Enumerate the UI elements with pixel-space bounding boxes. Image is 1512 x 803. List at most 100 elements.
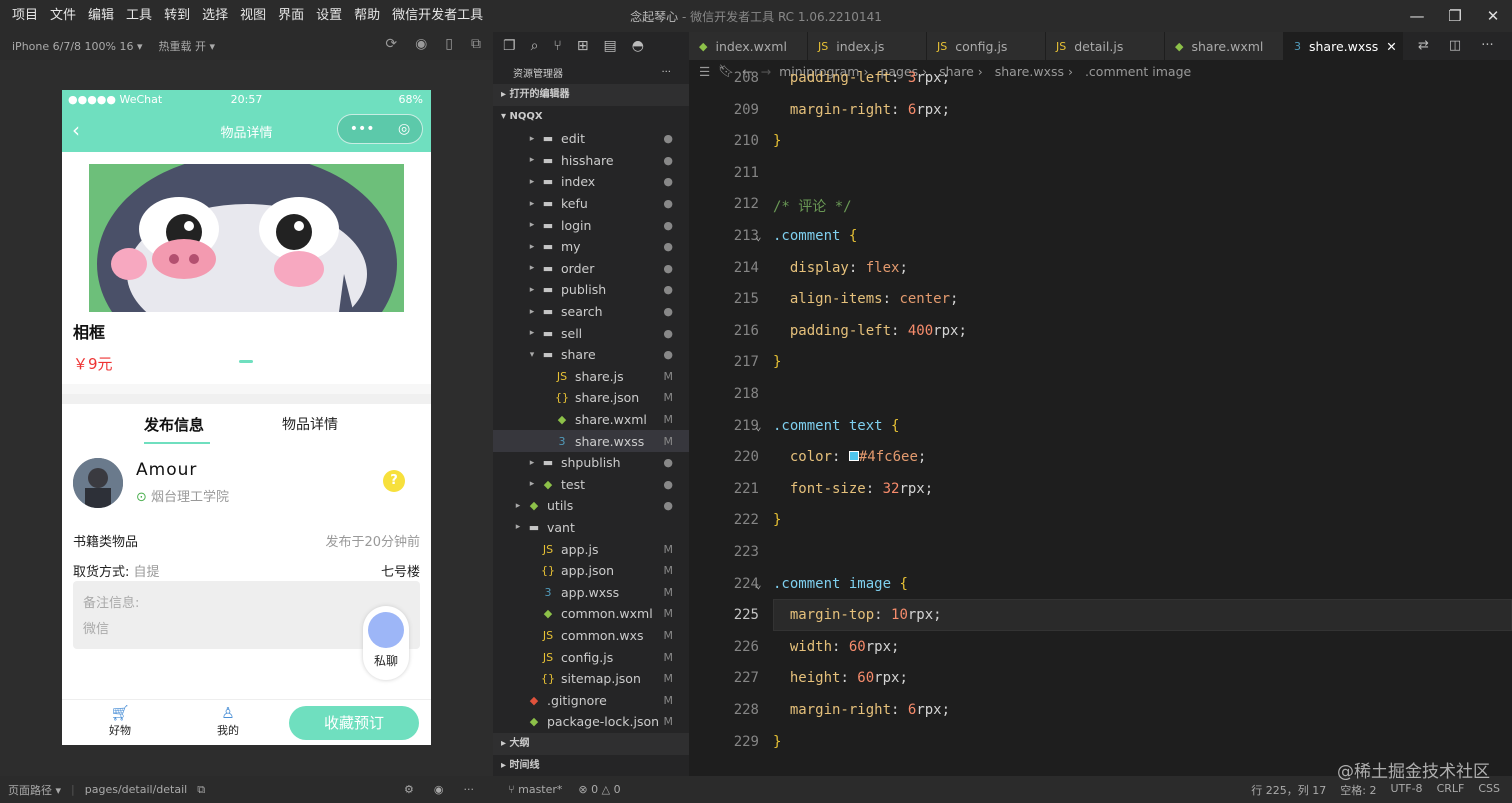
file-tree-item[interactable]: ▸ ◆ utils ● xyxy=(493,495,689,517)
file-tree-item[interactable]: ▸ ▬ order ● xyxy=(493,258,689,280)
file-tree-item[interactable]: {} share.json M xyxy=(493,387,689,409)
file-tree-item[interactable]: ◆ .gitignore M xyxy=(493,689,689,711)
cursor-position[interactable]: 行 225，列 17 xyxy=(1251,782,1326,798)
page-path[interactable]: pages/detail/detail xyxy=(85,783,187,796)
tab-mine[interactable]: ♙ 我的 xyxy=(208,704,248,738)
close-tab-icon[interactable]: ✕ xyxy=(1386,39,1396,54)
extensions-icon[interactable]: ⊞ xyxy=(577,38,589,54)
file-tree-item[interactable]: JS common.wxs M xyxy=(493,625,689,647)
collect-reserve-button[interactable]: 收藏预订 xyxy=(289,706,419,740)
section-timeline[interactable]: ▸ 时间线 xyxy=(493,755,689,777)
menu-item-1[interactable]: 文件 xyxy=(44,0,82,32)
minimize-icon[interactable]: — xyxy=(1398,0,1436,32)
editor-tab[interactable]: JS config.js xyxy=(927,32,1046,60)
tab-item-detail[interactable]: 物品详情 xyxy=(282,414,338,434)
file-tree-item[interactable]: ◆ share.wxml M xyxy=(493,409,689,431)
hot-reload-toggle[interactable]: 热重载 开 ▾ xyxy=(159,38,216,54)
more-actions-icon[interactable]: ··· xyxy=(661,67,671,78)
menu-item-4[interactable]: 转到 xyxy=(158,0,196,32)
breadcrumb-item[interactable]: .comment image xyxy=(1085,64,1191,79)
menu-item-2[interactable]: 编辑 xyxy=(82,0,120,32)
menu-item-8[interactable]: 设置 xyxy=(310,0,348,32)
file-tree-item[interactable]: {} sitemap.json M xyxy=(493,668,689,690)
file-tree-item[interactable]: ▸ ▬ my ● xyxy=(493,236,689,258)
close-icon[interactable]: ✕ xyxy=(1474,0,1512,32)
file-tree-item[interactable]: JS config.js M xyxy=(493,646,689,668)
compare-icon[interactable]: ⇄ xyxy=(1418,38,1429,53)
menu-item-3[interactable]: 工具 xyxy=(120,0,158,32)
more-status-icon[interactable]: ··· xyxy=(463,783,474,796)
tab-publish-info[interactable]: 发布信息 xyxy=(144,414,204,435)
file-tree-item[interactable]: JS share.js M xyxy=(493,366,689,388)
encoding[interactable]: UTF-8 xyxy=(1390,782,1422,798)
close-mini-icon[interactable]: ◎ xyxy=(398,121,410,137)
product-gallery[interactable] xyxy=(62,152,431,363)
capsule-menu[interactable]: ••• ◎ xyxy=(337,114,423,144)
file-tree-item[interactable]: ◆ package-lock.json M xyxy=(493,711,689,733)
file-tree-item[interactable]: ▸ ▬ kefu ● xyxy=(493,193,689,215)
indent[interactable]: 空格: 2 xyxy=(1340,782,1376,798)
preview-icon[interactable]: ◉ xyxy=(434,783,444,796)
editor-tab[interactable]: ◆ index.wxml xyxy=(689,32,808,60)
file-tree-item[interactable]: {} app.json M xyxy=(493,560,689,582)
file-tree-item[interactable]: JS app.js M xyxy=(493,538,689,560)
file-tree-item[interactable]: 3 app.wxss M xyxy=(493,581,689,603)
language[interactable]: CSS xyxy=(1478,782,1500,798)
file-tree-item[interactable]: ▸ ▬ search ● xyxy=(493,301,689,323)
git-icon[interactable]: ⑂ xyxy=(553,38,561,54)
split-icon[interactable]: ◫ xyxy=(1449,38,1461,53)
phone-icon[interactable]: ▯ xyxy=(445,36,453,52)
menu-item-7[interactable]: 界面 xyxy=(272,0,310,32)
file-tree-item[interactable]: ▸ ▬ vant xyxy=(493,517,689,539)
breadcrumb-item[interactable]: share.wxss xyxy=(995,64,1064,79)
copy-icon[interactable]: ⧉ xyxy=(197,783,205,797)
fold-chevron-icon[interactable]: ⌄ xyxy=(755,230,762,243)
editor-tab[interactable]: JS detail.js xyxy=(1046,32,1165,60)
section-open-editors[interactable]: ▸ 打开的编辑器 xyxy=(493,84,689,106)
file-tree-item[interactable]: ▸ ▬ publish ● xyxy=(493,279,689,301)
git-branch[interactable]: ⑂ master* xyxy=(508,783,562,796)
file-tree-item[interactable]: 3 share.wxss M xyxy=(493,430,689,452)
fold-chevron-icon[interactable]: ⌄ xyxy=(755,420,762,433)
menu-item-0[interactable]: 项目 xyxy=(6,0,44,32)
file-tree-item[interactable]: ▸ ◆ test ● xyxy=(493,474,689,496)
device-select[interactable]: iPhone 6/7/8 100% 16 ▾ xyxy=(12,40,143,53)
editor-tab[interactable]: 3 share.wxss ✕ xyxy=(1284,32,1403,60)
help-icon[interactable]: ? xyxy=(383,470,405,492)
file-tree-item[interactable]: ▸ ▬ login ● xyxy=(493,214,689,236)
file-tree-item[interactable]: ▸ ▬ shpublish ● xyxy=(493,452,689,474)
file-tree-item[interactable]: ▸ ▬ index ● xyxy=(493,171,689,193)
tab-home[interactable]: 🛒︎ 好物 xyxy=(100,704,140,738)
page-path-label[interactable]: 页面路径 ▾ xyxy=(8,782,61,798)
section-project[interactable]: ▾ NQQX xyxy=(493,106,689,128)
file-tree-item[interactable]: ▸ ▬ edit ● xyxy=(493,128,689,150)
menu-item-5[interactable]: 选择 xyxy=(196,0,234,32)
file-tree-item[interactable]: ▸ ▬ hisshare ● xyxy=(493,150,689,172)
file-tree-item[interactable]: ▾ ▬ share ● xyxy=(493,344,689,366)
menu-item-6[interactable]: 视图 xyxy=(234,0,272,32)
storage-icon[interactable]: ▤ xyxy=(604,38,617,54)
eol[interactable]: CRLF xyxy=(1437,782,1465,798)
more-icon[interactable]: ··· xyxy=(1481,38,1493,53)
maximize-icon[interactable]: ❐ xyxy=(1436,0,1474,32)
problems[interactable]: ⊗ 0 △ 0 xyxy=(578,783,620,796)
forward-nav-icon[interactable]: → xyxy=(761,64,771,79)
menu-item-10[interactable]: 微信开发者工具 xyxy=(386,0,489,32)
code-editor[interactable]: 208 padding-left: 3rpx; 209 margin-right:… xyxy=(689,70,1512,776)
avatar[interactable] xyxy=(73,458,123,508)
more-icon[interactable]: ••• xyxy=(350,121,375,137)
search-icon[interactable]: ⌕ xyxy=(531,38,539,54)
file-tree-item[interactable]: ▸ ▬ sell ● xyxy=(493,322,689,344)
window-icon[interactable]: ⧉ xyxy=(471,36,481,52)
file-tree-item[interactable]: ◆ common.wxml M xyxy=(493,603,689,625)
stop-icon[interactable]: ◉ xyxy=(415,36,427,52)
debug-icon[interactable]: ⚙ xyxy=(404,783,414,796)
section-outline[interactable]: ▸ 大纲 xyxy=(493,733,689,755)
fold-chevron-icon[interactable]: ⌄ xyxy=(755,578,762,591)
editor-tab[interactable]: JS index.js xyxy=(808,32,927,60)
editor-tab[interactable]: ◆ share.wxml xyxy=(1165,32,1284,60)
files-icon[interactable]: ❐ xyxy=(503,38,516,54)
refresh-icon[interactable]: ⟳ xyxy=(385,36,397,52)
docker-icon[interactable]: ◓ xyxy=(632,38,644,54)
private-chat-button[interactable]: 私聊 xyxy=(363,606,409,680)
